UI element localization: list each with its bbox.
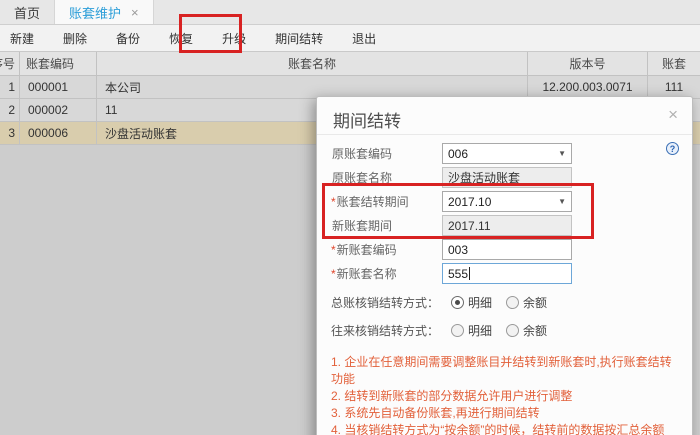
- source-code-value: 006: [448, 146, 469, 161]
- toolbar: 新建 删除 备份 恢复 升级 期间结转 退出: [0, 25, 700, 52]
- cell-code: 000001: [20, 76, 97, 98]
- source-code-label: 原账套编码: [332, 147, 393, 161]
- radio-unselected-icon[interactable]: [451, 323, 464, 337]
- period-carryover-dialog: 期间结转 × ? 原账套编码 006 ▼ 原账套名称 沙盘活动账套 *账套结转期…: [316, 96, 693, 435]
- required-marker: *: [331, 267, 336, 281]
- general-ledger-method-label: 总账核销结转方式：: [331, 295, 440, 310]
- cell-extra: 111: [664, 80, 684, 94]
- instruction-notes: 1. 企业在任意期间需要调整账目并结转到新账套时,执行账套结转功能 2. 结转到…: [331, 354, 675, 435]
- tab-account-set-maintenance[interactable]: 账套维护 ×: [54, 0, 154, 24]
- new-button[interactable]: 新建: [2, 26, 42, 51]
- annotation-box-period-fields: [322, 183, 594, 239]
- cell-index: 1: [0, 76, 20, 98]
- dialog-close-icon[interactable]: ×: [668, 106, 678, 123]
- column-header-clipped: 账套: [661, 57, 686, 71]
- note-3: 3. 系统先自动备份账套,再进行期间结转: [331, 406, 540, 420]
- radio-unselected-icon[interactable]: [506, 323, 520, 337]
- tab-home[interactable]: 首页: [0, 0, 54, 24]
- tab-home-label: 首页: [14, 5, 41, 21]
- cell-index: 3: [0, 122, 20, 144]
- period-carryover-button[interactable]: 期间结转: [267, 26, 331, 51]
- new-name-input[interactable]: 555: [442, 263, 572, 284]
- current-accounts-method-label: 往来核销结转方式：: [331, 323, 440, 338]
- table-header-row: 序号 账套编码 账套名称 版本号 账套: [0, 52, 700, 76]
- column-header-version: 版本号: [528, 52, 648, 75]
- note-4: 4. 当核销结转方式为“按余额”的时候，结转前的数据按汇总余额进行账龄分析，结转…: [331, 423, 665, 435]
- new-code-value: 003: [448, 242, 469, 257]
- note-1: 1. 企业在任意期间需要调整账目并结转到新账套时,执行账套结转功能: [331, 355, 672, 386]
- cell-name: 本公司: [97, 76, 528, 98]
- cell-version: 12.200.003.0071: [528, 76, 648, 98]
- cell-code: 000002: [20, 99, 97, 121]
- tab-label: 账套维护: [69, 5, 122, 21]
- radio-option-detail[interactable]: 明细: [451, 322, 492, 339]
- exit-button[interactable]: 退出: [344, 26, 384, 51]
- radio-unselected-icon[interactable]: [506, 295, 520, 309]
- chevron-down-icon: ▼: [558, 149, 566, 158]
- source-code-dropdown[interactable]: 006 ▼: [442, 143, 572, 164]
- dialog-body: ? 原账套编码 006 ▼ 原账套名称 沙盘活动账套 *账套结转期间 2017.…: [317, 135, 692, 435]
- column-header-code: 账套编码: [20, 52, 97, 75]
- cell-code: 000006: [20, 122, 97, 144]
- new-name-value: 555: [448, 266, 469, 281]
- dialog-title: 期间结转: [317, 97, 692, 135]
- backup-button[interactable]: 备份: [108, 26, 148, 51]
- new-code-input[interactable]: 003: [442, 239, 572, 260]
- text-cursor: [469, 267, 471, 280]
- tab-bar: 首页 账套维护 ×: [0, 0, 700, 25]
- required-marker: *: [331, 243, 336, 257]
- radio-option-balance[interactable]: 余额: [506, 322, 547, 339]
- radio-option-detail[interactable]: 明细: [451, 294, 492, 311]
- app-window: 首页 账套维护 × 新建 删除 备份 恢复 升级 期间结转 退出 序号 账套编码…: [0, 0, 700, 435]
- delete-button[interactable]: 删除: [55, 26, 95, 51]
- radio-selected-icon[interactable]: [451, 295, 464, 309]
- field-row-new-code: *新账套编码 003: [331, 239, 674, 260]
- field-row-source-code: 原账套编码 006 ▼: [331, 143, 674, 164]
- close-tab-icon[interactable]: ×: [131, 6, 139, 19]
- cell-index: 2: [0, 99, 20, 121]
- radio-row-general-ledger: 总账核销结转方式： 明细 余额: [331, 292, 674, 312]
- note-2: 2. 结转到新账套的部分数据允许用户进行调整: [331, 389, 573, 403]
- radio-option-balance[interactable]: 余额: [506, 294, 547, 311]
- new-name-label: 新账套名称: [336, 267, 397, 281]
- radio-row-current-accounts: 往来核销结转方式： 明细 余额: [331, 320, 674, 340]
- annotation-box-period-button: [179, 14, 242, 53]
- help-icon[interactable]: ?: [666, 142, 679, 155]
- field-row-new-name: *新账套名称 555: [331, 263, 674, 284]
- column-header-name: 账套名称: [97, 52, 528, 75]
- new-code-label: 新账套编码: [336, 243, 397, 257]
- column-header-index: 序号: [0, 52, 20, 75]
